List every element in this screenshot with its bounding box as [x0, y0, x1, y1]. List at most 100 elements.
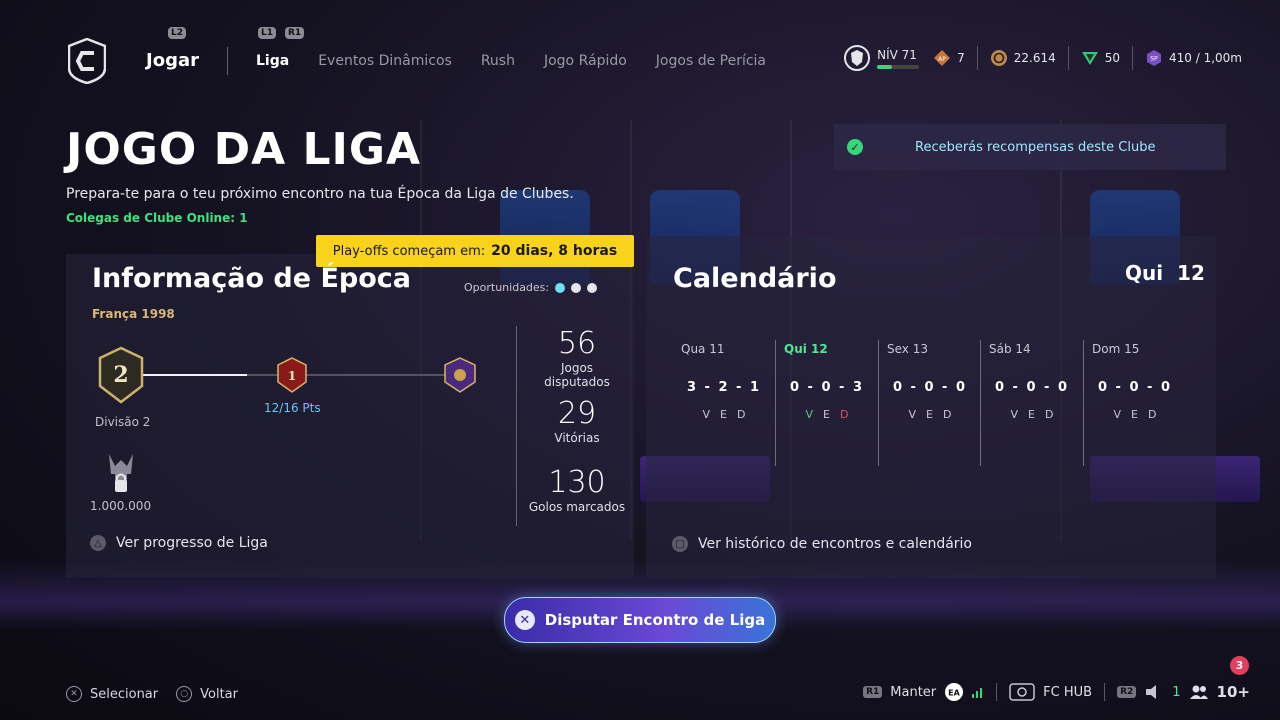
- triangle-button-icon: △: [90, 535, 106, 551]
- view-match-history[interactable]: □ Ver histórico de encontros e calendári…: [672, 536, 972, 552]
- play-league-match-button[interactable]: ✕ Disputar Encontro de Liga: [504, 597, 776, 643]
- level-label: NÍV 71: [877, 47, 917, 62]
- signal-icon: [972, 688, 983, 698]
- calendar-ved: VED: [673, 408, 775, 421]
- title-crest-icon: [444, 357, 476, 393]
- calendar-day-column[interactable]: Qui 12 0 - 0 - 3 VED: [775, 340, 878, 466]
- calendar-day-label: Dom 15: [1092, 342, 1140, 356]
- nav-divider: [227, 47, 228, 75]
- ved-draw: E: [823, 408, 840, 421]
- calendar-title: Calendário: [673, 263, 837, 294]
- friends-icon[interactable]: [1189, 684, 1209, 700]
- ved-win: V: [1010, 408, 1029, 421]
- fc-hub-icon[interactable]: [1009, 683, 1035, 701]
- ap-value: 7: [957, 51, 965, 65]
- view-league-progress[interactable]: △ Ver progresso de Liga: [90, 535, 268, 551]
- svg-text:1: 1: [288, 369, 296, 383]
- opportunity-dot-icon: [555, 282, 566, 293]
- fc-hub-label[interactable]: FC HUB: [1043, 685, 1092, 700]
- reward-value: 1.000.000: [90, 499, 152, 513]
- tab-eventos-dinamicos[interactable]: Eventos Dinâmicos: [318, 53, 452, 69]
- tab-liga[interactable]: Liga: [256, 53, 289, 69]
- hold-label: Manter: [890, 684, 937, 700]
- next-division-badge-icon: 1: [277, 357, 307, 393]
- tab-jogos-de-pericia[interactable]: Jogos de Perícia: [656, 53, 766, 69]
- circle-button-icon: ○: [176, 686, 193, 702]
- ved-loss: D: [737, 408, 756, 421]
- opportunities-label: Oportunidades:: [464, 281, 550, 294]
- stat-divider: [1067, 46, 1069, 70]
- stat-value: 130: [548, 465, 606, 500]
- level-shield-icon: [844, 45, 871, 71]
- calendar-day-score: 0 - 0 - 0: [994, 380, 1070, 395]
- sp-icon: SP: [1147, 50, 1162, 66]
- stat-divider: [1132, 46, 1134, 70]
- club-logo-icon: [68, 38, 106, 84]
- calendar-day-column[interactable]: Dom 15 0 - 0 - 0 VED: [1083, 340, 1186, 466]
- footer-divider: [1104, 683, 1106, 701]
- cross-button-icon: ✕: [66, 686, 82, 702]
- svg-text:EA: EA: [948, 689, 960, 698]
- ved-loss: D: [1045, 408, 1064, 421]
- stat-wins: 29 Vitórias: [517, 396, 637, 445]
- ved-loss: D: [943, 408, 962, 421]
- speaker-icon[interactable]: [1144, 684, 1164, 700]
- square-button-icon: □: [672, 536, 688, 552]
- currency-bar: NÍV 71 AP 7 22.614 50 SP 410 / 1,00m: [843, 44, 1242, 72]
- check-icon: ✓: [847, 139, 863, 155]
- calendar-ved: VED: [879, 408, 981, 421]
- coins-value: 22.614: [1013, 51, 1056, 65]
- ved-draw: E: [926, 408, 943, 421]
- ved-win: V: [805, 408, 824, 421]
- notification-badge[interactable]: 3: [1230, 656, 1249, 675]
- footer-hints: ✕ Selecionar ○ Voltar: [66, 686, 238, 702]
- ea-icon: EA: [945, 683, 964, 701]
- calendar-day-column[interactable]: Qua 11 3 - 2 - 1 VED: [673, 340, 775, 466]
- calendar-day-score: 0 - 0 - 0: [892, 380, 968, 395]
- ved-win: V: [908, 408, 927, 421]
- ved-loss: D: [840, 408, 859, 421]
- page-title: JOGO DA LIGA: [66, 124, 422, 175]
- nav-play[interactable]: Jogar: [146, 50, 199, 71]
- calendar-day-score: 3 - 2 - 1: [686, 380, 762, 395]
- r1-hint-icon: R1: [285, 27, 305, 39]
- ved-draw: E: [1131, 408, 1148, 421]
- season-info-title: Informação de Época: [92, 263, 411, 294]
- back-hint[interactable]: ○ Voltar: [176, 686, 238, 702]
- calendar-ved: VED: [776, 408, 878, 421]
- playoff-label: Play-offs começam em:: [332, 243, 486, 259]
- select-label: Selecionar: [90, 686, 159, 702]
- view-match-history-label: Ver histórico de encontros e calendário: [698, 536, 972, 552]
- stat-goals: 130 Golos marcados: [517, 465, 637, 514]
- select-hint[interactable]: ✕ Selecionar: [66, 686, 158, 702]
- ved-win: V: [1113, 408, 1132, 421]
- footer-divider: [996, 683, 998, 701]
- locked-trophy-icon: [109, 454, 133, 492]
- division-badge-icon: 2: [98, 346, 144, 404]
- r2-hint-icon: R2: [1117, 686, 1137, 698]
- ved-loss: D: [1148, 408, 1167, 421]
- points-stat: 50: [1081, 50, 1120, 66]
- calendar-day-label: Qui 12: [784, 342, 828, 356]
- stat-label: Golos marcados: [528, 500, 626, 514]
- stat-label: Jogos disputados: [544, 361, 610, 390]
- opportunities: Oportunidades:: [464, 281, 598, 294]
- stat-value: 29: [557, 396, 597, 431]
- tab-jogo-rapido[interactable]: Jogo Rápido: [544, 53, 627, 69]
- stat-divider: [976, 46, 978, 70]
- calendar-day-label: Qua 11: [681, 342, 725, 356]
- points-value: 50: [1104, 51, 1121, 65]
- tab-rush[interactable]: Rush: [481, 53, 515, 69]
- level-progress-bar: [877, 64, 920, 69]
- l1-hint-icon: L1: [258, 27, 276, 39]
- calendar-day-column[interactable]: Sex 13 0 - 0 - 0 VED: [878, 340, 981, 466]
- calendar-ved: VED: [1084, 408, 1186, 421]
- calendar-day-column[interactable]: Sáb 14 0 - 0 - 0 VED: [980, 340, 1083, 466]
- footer-status: R1 Manter EA FC HUB R2 1 10+: [863, 682, 1250, 702]
- stat-label: Vitórias: [554, 431, 600, 445]
- view-league-progress-label: Ver progresso de Liga: [116, 535, 268, 551]
- ap-icon: AP: [934, 50, 951, 66]
- season-points-value: 410 / 1,00m: [1169, 51, 1242, 65]
- calendar-day-label: Sáb 14: [989, 342, 1031, 356]
- toast-text: Receberás recompensas deste Clube: [915, 139, 1156, 155]
